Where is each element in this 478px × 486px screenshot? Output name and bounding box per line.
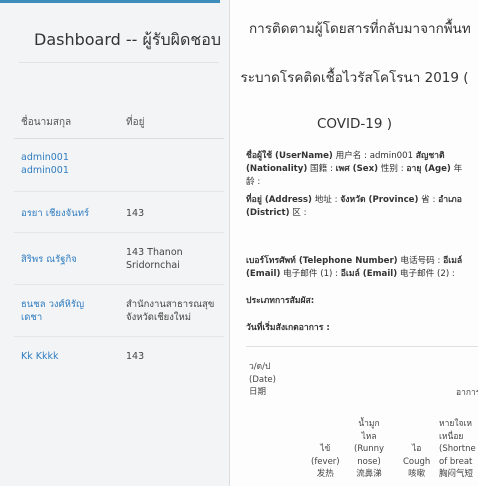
responsible-sidebar: Dashboard -- ผู้รับผิดชอบ ชื่อนามสกุล ที… <box>0 0 229 486</box>
address-info-block: ที่อยู่ (Address) 地址 : จังหวัด (Province… <box>246 195 462 218</box>
report-title-line1: การติดตามผู้โดยสารที่กลับมาจากพื้นท <box>249 21 471 37</box>
column-header-name: ชื่อนามสกุล <box>21 117 72 128</box>
runny-nose-column-header: น้ำมูก ไหล (Runny nose) 流鼻涕 <box>354 419 385 479</box>
responsible-list: admin001 admin001 อรยา เชียงจันทร์ 143 สิ… <box>14 139 224 375</box>
contact-type-label: ประเภทการสัมผัส: <box>246 296 315 306</box>
person-address: 143 Thanon Sridornchai <box>126 247 183 271</box>
report-title-line3: COVID-19 ) <box>316 116 393 132</box>
person-name-link[interactable]: อรยา เชียงจันทร์ <box>21 207 89 220</box>
list-row: ธนชล วงศ์หิรัญ เดชา สำนักงานสาธารณสุข จังห… <box>14 285 224 337</box>
person-address: สำนักงานสาธารณสุข จังหวัดเชียงใหม่ <box>126 299 215 323</box>
fever-column-header: ไข้ (fever) 发热 <box>311 444 340 479</box>
list-row: อรยา เชียงจันทร์ 143 <box>14 192 224 233</box>
person-address: 143 <box>126 208 145 219</box>
symptom-start-date-label: วันที่เริ่มสังเกตอาการ : <box>246 323 330 333</box>
date-column-header: ว/ด/ป (Date) 日期 <box>249 362 276 397</box>
person-name-link[interactable]: admin001 admin001 <box>21 151 69 177</box>
report-title-line2: ระบาดโรคติดเชื้อไวรัสโคโรนา 2019 ( <box>240 70 469 86</box>
column-header-address: ที่อยู่ <box>126 117 145 128</box>
cough-column-header: ไอ Cough 咳嗽 <box>403 444 431 479</box>
person-address: 143 <box>126 351 145 362</box>
symptom-table: ว/ด/ป (Date) 日期 อาการ ไข้ (fever) 发热 น้ำมูกไ… <box>246 346 478 486</box>
list-row: admin001 admin001 <box>14 139 224 192</box>
person-name-link[interactable]: Kk Kkkk <box>21 350 59 363</box>
list-row: Kk Kkkk 143 <box>14 337 224 375</box>
dashboard-title: Dashboard -- ผู้รับผิดชอบ <box>34 30 222 49</box>
contact-info-block: เบอร์โทรศัพท์ (Telephone Number) 电话号码 : … <box>246 256 463 279</box>
person-name-link[interactable]: สิริพร ณรัฐกิจ <box>21 253 77 266</box>
top-accent-bar <box>0 0 220 3</box>
shortness-of-breath-column-header: หายใจเห เหนื่อย (Shortne of breat 胸闷气短 <box>439 419 476 479</box>
list-row: สิริพร ณรัฐกิจ 143 Thanon Sridornchai <box>14 233 224 285</box>
symptom-column-header: อาการ <box>456 388 478 398</box>
title-divider <box>19 62 219 63</box>
user-info-block: ชื่อผู้ใช้ (UserName) 用户名 : admin001 สัญ… <box>246 151 463 187</box>
person-name-link[interactable]: ธนชล วงศ์หิรัญ เดชา <box>21 298 84 324</box>
passenger-report-panel: การติดตามผู้โดยสารที่กลับมาจากพื้นท ระบา… <box>229 0 478 486</box>
